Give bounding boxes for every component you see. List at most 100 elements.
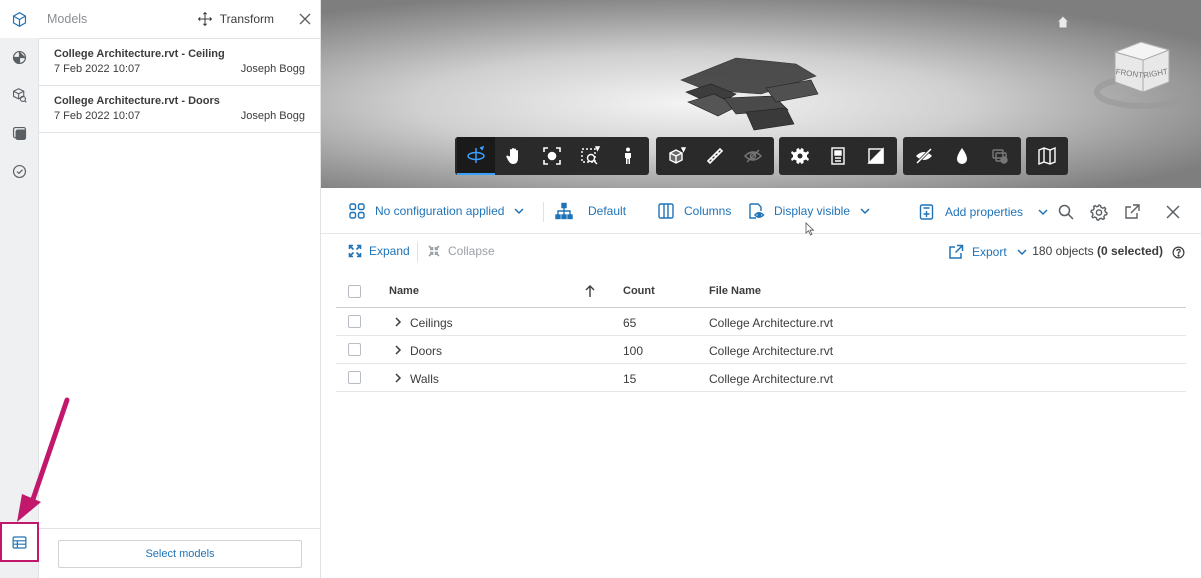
configuration-label: No configuration applied (375, 204, 505, 218)
columns-button[interactable]: Columns (657, 202, 731, 220)
map-icon (1038, 146, 1056, 166)
views-icon[interactable] (0, 114, 39, 152)
model-list-item[interactable]: College Architecture.rvt - Doors 7 Feb 2… (39, 86, 320, 133)
building-model (680, 57, 819, 131)
row-count: 65 (623, 316, 637, 330)
explode-tool-button[interactable] (734, 137, 772, 175)
row-file-name: College Architecture.rvt (709, 344, 834, 358)
model-visibility-button[interactable] (981, 137, 1019, 175)
ruler-icon (706, 147, 724, 165)
export-label: Export (972, 245, 1007, 259)
chevron-right-icon[interactable] (392, 372, 404, 384)
configuration-dropdown[interactable]: No configuration applied (348, 202, 525, 220)
model-date: 7 Feb 2022 10:07 (54, 63, 141, 75)
fit-view-button[interactable] (533, 137, 571, 175)
model-user: Joseph Bogg (240, 110, 305, 122)
models-panel: Models Transform College Architecture.rv… (39, 0, 321, 578)
properties-table: Name Count File Name Ceilings 65 College… (336, 276, 1186, 392)
popout-icon[interactable] (1123, 203, 1141, 221)
hide-button[interactable] (905, 137, 943, 175)
issues-check-icon[interactable] (0, 152, 39, 190)
first-person-button[interactable] (609, 137, 647, 175)
properties-table-icon[interactable] (0, 522, 39, 562)
grouping-button[interactable]: Default (555, 202, 626, 220)
close-icon[interactable] (298, 12, 312, 26)
help-icon[interactable] (1172, 246, 1185, 259)
minimap-button[interactable] (1028, 137, 1066, 175)
section-tool-button[interactable] (658, 137, 696, 175)
column-header-name[interactable]: Name (389, 285, 419, 297)
left-icon-rail (0, 0, 39, 578)
eye-off-icon (743, 149, 763, 163)
table-subbar: Expand Collapse Export 180 objects (0 se… (321, 235, 1201, 269)
model-browser-icon[interactable] (0, 76, 39, 114)
expand-button[interactable]: Expand (348, 244, 410, 258)
fit-to-view-icon (543, 147, 561, 165)
hand-icon (506, 148, 518, 164)
close-icon[interactable] (1164, 203, 1182, 221)
row-checkbox[interactable] (348, 371, 361, 384)
gear-icon (791, 148, 809, 164)
move-arrows-icon (197, 11, 212, 27)
navigation-toolbar (455, 137, 649, 175)
sheets-icon[interactable] (0, 38, 39, 76)
ghosting-button[interactable] (943, 137, 981, 175)
row-name: Walls (410, 372, 439, 386)
viewcube-icon[interactable]: FRONT RIGHT (1093, 30, 1193, 110)
object-total: 180 objects (1032, 244, 1094, 258)
row-checkbox[interactable] (348, 343, 361, 356)
divider (417, 242, 418, 262)
collapse-button[interactable]: Collapse (427, 244, 495, 258)
pan-tool-button[interactable] (495, 137, 533, 175)
home-icon[interactable] (1055, 14, 1071, 30)
3d-viewer[interactable]: FRONT RIGHT (321, 0, 1201, 188)
object-count: 180 objects (0 selected) (1032, 244, 1163, 258)
model-name: College Architecture.rvt - Doors (54, 95, 220, 107)
collapse-icon (428, 245, 440, 257)
columns-label: Columns (684, 204, 732, 218)
visible-objects-icon (749, 203, 765, 219)
zoom-window-icon (581, 146, 600, 165)
search-icon[interactable] (1057, 203, 1075, 221)
models-panel-footer: Select models (39, 528, 320, 578)
sort-ascending-icon[interactable] (584, 284, 596, 298)
table-row[interactable]: Walls 15 College Architecture.rvt (336, 364, 1186, 392)
column-header-file-name[interactable]: File Name (709, 285, 761, 297)
fullscreen-button[interactable] (857, 137, 895, 175)
measure-tool-button[interactable] (696, 137, 734, 175)
row-file-name: College Architecture.rvt (709, 372, 834, 386)
display-dropdown[interactable]: Display visible (747, 202, 871, 220)
row-name: Doors (410, 344, 443, 358)
settings-button[interactable] (781, 137, 819, 175)
mouse-cursor-icon (805, 222, 815, 236)
select-models-button[interactable]: Select models (58, 540, 302, 568)
add-properties-dropdown[interactable]: Add properties (918, 203, 1049, 221)
properties-button[interactable] (819, 137, 857, 175)
map-toolbar (1026, 137, 1068, 175)
models-cube-icon[interactable] (0, 0, 39, 38)
zoom-window-button[interactable] (571, 137, 609, 175)
chevron-right-icon[interactable] (392, 344, 404, 356)
orbit-tool-button[interactable] (457, 137, 495, 175)
model-user: Joseph Bogg (240, 63, 305, 75)
export-dropdown[interactable]: Export (948, 244, 1028, 260)
chevron-right-icon[interactable] (392, 316, 404, 328)
columns-icon (658, 203, 674, 219)
select-all-checkbox[interactable] (348, 285, 361, 298)
settings-gear-icon[interactable] (1090, 203, 1108, 221)
models-panel-header: Models Transform (39, 0, 320, 39)
table-row[interactable]: Doors 100 College Architecture.rvt (336, 336, 1186, 364)
section-box-icon (669, 147, 687, 164)
model-list-item[interactable]: College Architecture.rvt - Ceiling 7 Feb… (39, 39, 320, 86)
row-checkbox[interactable] (348, 315, 361, 328)
table-row[interactable]: Ceilings 65 College Architecture.rvt (336, 308, 1186, 336)
settings-toolbar (779, 137, 897, 175)
transform-button[interactable]: Transform (197, 11, 274, 27)
fullscreen-icon (867, 147, 884, 164)
expand-label: Expand (369, 244, 410, 258)
grid-config-icon (349, 203, 365, 219)
column-header-count[interactable]: Count (623, 285, 655, 297)
row-name: Ceilings (410, 316, 453, 330)
add-properties-icon (919, 204, 934, 220)
collapse-label: Collapse (448, 244, 495, 258)
